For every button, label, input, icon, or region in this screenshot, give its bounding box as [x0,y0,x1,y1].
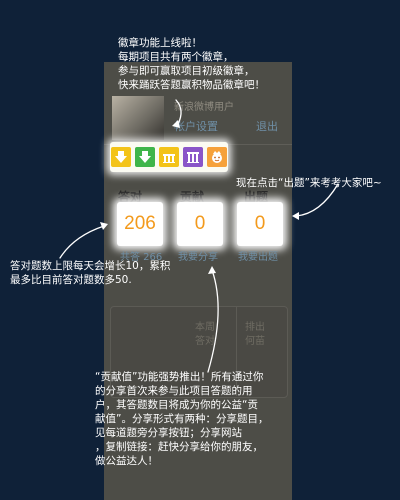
contribution-tip-line: 户，其答题数目将成为你的公益“贡 [95,399,258,411]
badge-tip: 徽章功能上线啦！ 每期项目共有两个徽章， 参与即可赢取项目初级徽章， 快来踊跃答… [118,36,265,92]
contribution-tip: “贡献值”功能强势推出！所有通过你 的分享首次来参与此项目答题的用 户，其答题数… [95,370,268,468]
contribution-tip-line: 的分享首次来参与此项目答题的用 [95,385,253,397]
contribution-tip-line: 献值”。分享形式有两种：分享题目， [95,413,269,425]
contribution-tip-line: 见每道题旁分享按钮；分享网站 [95,427,242,439]
contribution-tip-line: “贡献值”功能强势推出！所有通过你 [95,371,264,383]
badge-tip-line: 每期项目共有两个徽章， [118,51,234,63]
correct-tip: 答对题数上限每天会增长10，累积 最多比目前答对题数多50. [10,259,170,287]
badge-tip-line: 徽章功能上线啦！ [118,37,202,49]
question-tip: 现在点击“出题”来考考大家吧~ [236,177,382,189]
contribution-tip-line: ，复制链接：赶快分享给你的朋友， [95,441,263,453]
arrow-to-correct [59,225,105,259]
badge-tip-line: 快来踊跃答题赢积物品徽章吧！ [118,79,265,91]
correct-tip-line: 最多比目前答对题数多50. [10,274,132,286]
badge-tip-line: 参与即可赢取项目初级徽章， [118,65,255,77]
arrow-to-share [207,269,219,373]
arrow-to-badges [175,99,182,125]
correct-tip-line: 答对题数上限每天会增长10，累积 [10,260,171,272]
contribution-tip-line: 做公益达人！ [95,455,158,467]
